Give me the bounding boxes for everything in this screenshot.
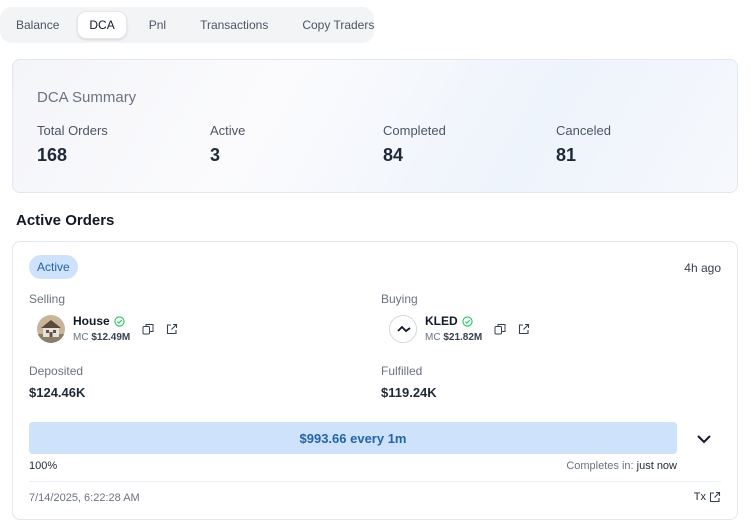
buying-label: Buying bbox=[381, 292, 418, 306]
fulfilled-label: Fulfilled bbox=[381, 364, 423, 378]
dca-summary-card: DCA Summary Total Orders 168 Active 3 Co… bbox=[12, 59, 738, 193]
selling-label: Selling bbox=[29, 292, 66, 306]
stat-label: Active bbox=[210, 123, 246, 138]
stat-canceled: Canceled 81 bbox=[556, 123, 611, 166]
stat-active: Active 3 bbox=[210, 123, 245, 166]
stat-total-orders: Total Orders 168 bbox=[37, 123, 108, 166]
dca-progress-bar: $993.66 every 1m bbox=[29, 422, 677, 454]
buying-market-cap: MC $21.82M bbox=[425, 332, 483, 343]
tx-link[interactable]: Tx bbox=[694, 491, 721, 503]
deposited-label: Deposited bbox=[29, 364, 84, 378]
tab-transactions[interactable]: Transactions bbox=[188, 11, 280, 39]
tab-bar: Balance DCA Pnl Transactions Copy Trader… bbox=[0, 7, 374, 43]
active-orders-title: Active Orders bbox=[16, 212, 115, 229]
stat-label: Canceled bbox=[556, 123, 611, 138]
selling-token-name: House bbox=[73, 314, 110, 328]
selling-market-cap: MC $12.49M bbox=[73, 332, 131, 343]
verified-check-icon bbox=[462, 315, 473, 327]
stat-label: Completed bbox=[383, 123, 446, 138]
tx-label[interactable]: Tx bbox=[694, 491, 706, 503]
order-time-ago: 4h ago bbox=[684, 261, 721, 275]
verified-check-icon bbox=[114, 315, 125, 327]
progress-text: $993.66 every 1m bbox=[299, 430, 407, 446]
progress-percent: 100% bbox=[29, 460, 58, 472]
selling-token: House MC $12.49M bbox=[37, 314, 178, 343]
tab-balance[interactable]: Balance bbox=[4, 11, 71, 39]
buying-token-name: KLED bbox=[425, 314, 458, 328]
stat-value: 168 bbox=[37, 145, 68, 165]
status-badge: Active bbox=[29, 255, 78, 279]
dca-order-card: Active 4h ago Selling House MC $12.49M B… bbox=[12, 241, 738, 520]
fulfilled-value: $119.24K bbox=[381, 385, 437, 400]
stat-value: 81 bbox=[556, 145, 577, 165]
external-link-icon[interactable] bbox=[709, 491, 721, 503]
tab-dca[interactable]: DCA bbox=[77, 11, 127, 39]
stat-completed: Completed 84 bbox=[383, 123, 446, 166]
external-link-icon[interactable] bbox=[518, 323, 530, 335]
stat-value: 3 bbox=[210, 145, 221, 165]
chevron-down-icon[interactable] bbox=[695, 430, 713, 448]
house-token-avatar bbox=[37, 314, 65, 343]
tab-copy-traders[interactable]: Copy Traders bbox=[290, 11, 386, 39]
stat-value: 84 bbox=[383, 145, 404, 165]
external-link-icon[interactable] bbox=[166, 323, 178, 335]
deposited-value: $124.46K bbox=[29, 385, 86, 400]
copy-icon[interactable] bbox=[494, 323, 506, 335]
divider bbox=[29, 481, 721, 482]
summary-title: DCA Summary bbox=[37, 89, 137, 106]
copy-icon[interactable] bbox=[142, 323, 154, 335]
completes-in: Completes in: just now bbox=[566, 460, 677, 472]
buying-token: KLED MC $21.82M bbox=[389, 314, 530, 343]
tab-pnl[interactable]: Pnl bbox=[137, 11, 178, 39]
kled-token-avatar bbox=[389, 314, 417, 343]
stat-label: Total Orders bbox=[37, 123, 108, 138]
order-date: 7/14/2025, 6:22:28 AM bbox=[29, 492, 140, 504]
